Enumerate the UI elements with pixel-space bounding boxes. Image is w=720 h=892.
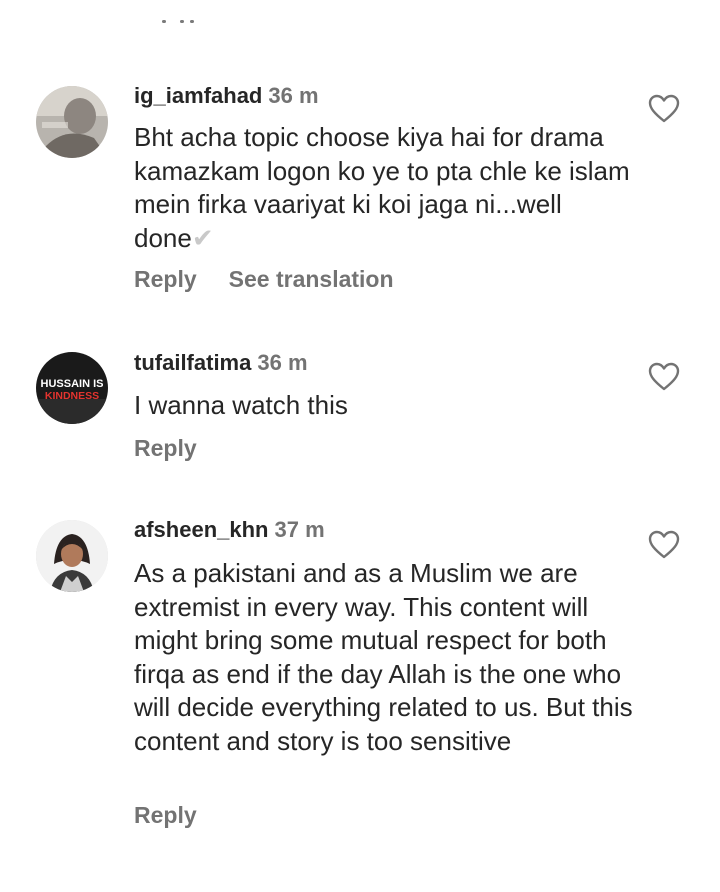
avatar-text: KINDNESS — [45, 390, 99, 402]
username[interactable]: afsheen_khn — [134, 517, 269, 542]
comment-text: Bht acha topic choose kiya hai for drama… — [134, 121, 634, 255]
avatar[interactable] — [36, 520, 108, 592]
comment-actions: Reply — [134, 802, 197, 829]
comment-text: I wanna watch this — [134, 390, 348, 420]
check-mark-emoji: ✔ — [191, 222, 214, 253]
timestamp: 36 m — [257, 350, 308, 375]
reply-button[interactable]: Reply — [134, 435, 197, 461]
comment-header: ig_iamfahad 36 m — [134, 82, 319, 110]
heart-outline-icon[interactable] — [648, 362, 680, 392]
comment-actions: Reply — [134, 435, 197, 462]
reply-button[interactable]: Reply — [134, 266, 197, 292]
avatar-text: HUSSAIN IS — [41, 378, 104, 390]
avatar[interactable]: HUSSAIN IS KINDNESS — [36, 352, 108, 424]
previous-comment-fragment — [160, 18, 200, 26]
timestamp: 36 m — [268, 83, 319, 108]
comment-header: tufailfatima 36 m — [134, 349, 308, 377]
username[interactable]: ig_iamfahad — [134, 83, 262, 108]
username[interactable]: tufailfatima — [134, 350, 251, 375]
timestamp: 37 m — [274, 517, 325, 542]
comment-actions: Reply See translation — [134, 266, 394, 293]
comment-header: afsheen_khn 37 m — [134, 516, 325, 544]
avatar[interactable] — [36, 86, 108, 158]
heart-outline-icon[interactable] — [648, 530, 680, 560]
comment-text: As a pakistani and as a Muslim we are ex… — [134, 558, 633, 756]
reply-button[interactable]: Reply — [134, 802, 197, 828]
see-translation-button[interactable]: See translation — [229, 266, 394, 292]
heart-outline-icon[interactable] — [648, 94, 680, 124]
